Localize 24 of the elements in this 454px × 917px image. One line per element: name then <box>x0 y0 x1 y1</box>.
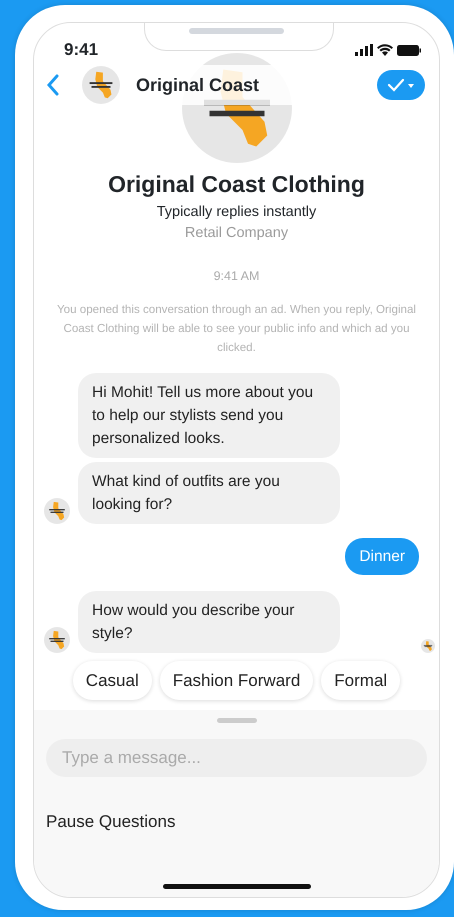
message-bubble: Dinner <box>345 538 419 575</box>
message-bubble: How would you describe your style? <box>78 590 340 653</box>
quick-reply-button[interactable]: Formal <box>321 660 400 700</box>
wifi-icon <box>377 44 393 56</box>
quick-reply-button[interactable]: Fashion Forward <box>160 660 314 700</box>
page-name: Original Coast Clothing <box>107 170 366 199</box>
chat-title: Original Coast <box>136 74 260 97</box>
checkmark-caret-icon <box>387 78 415 92</box>
page-category: Retail Company <box>184 224 290 244</box>
message-input[interactable]: Type a message... <box>46 739 427 778</box>
drag-handle[interactable] <box>216 718 256 724</box>
timestamp: 9:41 AM <box>212 268 260 285</box>
checkmark-dropdown-button[interactable] <box>377 70 425 100</box>
message-bubble: Hi Mohit! Tell us more about you to help our stylists send you personalized looks. <box>78 372 340 458</box>
back-button[interactable] <box>46 72 60 98</box>
status-time: 9:41 <box>64 39 98 62</box>
pause-questions-button[interactable]: Pause Questions <box>46 809 176 835</box>
quick-reply-button[interactable]: Casual <box>72 660 152 700</box>
logo-avatar <box>82 66 120 104</box>
response-time: Typically replies instantly <box>156 202 318 222</box>
message-bubble: What kind of outfits are you looking for? <box>78 462 340 524</box>
ad-notice: You opened this conversation through an ad. When you reply, Original Coast Clothing will be able to see your public info and which ad you clicked. <box>56 302 417 356</box>
signal-icon <box>355 44 373 56</box>
battery-icon <box>397 44 421 56</box>
